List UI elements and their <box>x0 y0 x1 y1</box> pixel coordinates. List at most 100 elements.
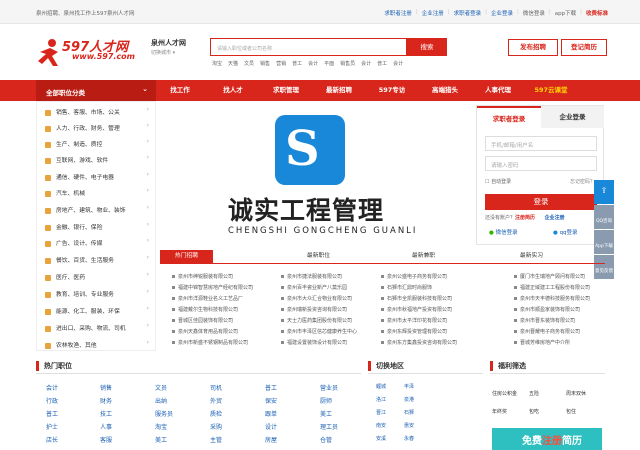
forgot-password-link[interactable]: 忘记密码？ <box>570 178 595 185</box>
company-link[interactable]: 晋城芳维房地产中介所 <box>514 339 570 346</box>
hot-job-link[interactable]: 设计 <box>265 422 277 431</box>
hot-word[interactable]: 普工 <box>292 60 302 67</box>
hot-job-link[interactable]: 房屋 <box>265 435 277 444</box>
hot-word[interactable]: 会计 <box>361 60 371 67</box>
area-link[interactable]: 惠安 <box>404 422 414 429</box>
company-link[interactable]: 泉州市秋福地产投资有限公司 <box>381 306 452 313</box>
company-link[interactable]: 泉州天鑫体育用品有限公司 <box>172 328 238 335</box>
hot-job-link[interactable]: 仓管 <box>320 435 332 444</box>
wechat-login-link[interactable]: 微信登录 <box>523 9 545 17</box>
company-link[interactable]: 石狮市全凯服装科技有限公司 <box>381 295 452 302</box>
company-login-link[interactable]: 企业登录 <box>491 9 513 17</box>
area-link[interactable]: 丰泽 <box>404 383 414 390</box>
hot-job-link[interactable]: 店长 <box>46 435 58 444</box>
hot-job-link[interactable]: 行政 <box>46 396 58 405</box>
area-link[interactable]: 洛江 <box>376 396 386 403</box>
area-link[interactable]: 南安 <box>376 422 386 429</box>
hot-job-link[interactable]: 质检 <box>210 409 222 418</box>
category-item[interactable]: 汽车、机械 › <box>37 188 155 202</box>
hot-job-link[interactable]: 理工员 <box>320 422 338 431</box>
area-link[interactable]: 泉港 <box>404 396 414 403</box>
password-input[interactable]: 请输入密码 <box>485 156 597 171</box>
tab-latest-parttime[interactable]: 最新兼职 <box>397 250 450 263</box>
hot-job-link[interactable]: 文员 <box>155 383 167 392</box>
tab-jobseeker-login[interactable]: 求职者登录 <box>477 106 541 128</box>
category-item[interactable]: 农林牧渔、其他 › <box>37 340 155 354</box>
hot-job-link[interactable]: 主管 <box>210 435 222 444</box>
free-register-resume-banner[interactable]: 免费注册简历 <box>492 428 602 450</box>
company-link[interactable]: 泉州东辉投资管理有限公司 <box>381 328 447 335</box>
hot-word[interactable]: 销售 <box>260 60 270 67</box>
area-link[interactable]: 晋江 <box>376 409 386 416</box>
category-item[interactable]: 房地产、建筑、物业、装饰 › <box>37 205 155 219</box>
hot-job-link[interactable]: 跟单 <box>265 409 277 418</box>
nav-item-latest-jobs[interactable]: 最新招聘 <box>319 80 359 101</box>
nav-item-interview[interactable]: 597专访 <box>372 80 412 101</box>
hot-job-link[interactable]: 护士 <box>46 422 58 431</box>
wechat-login-button[interactable]: ● 微信登录 <box>489 228 518 236</box>
company-link[interactable]: 泉州市绅锐服装有限公司 <box>172 273 233 280</box>
search-button[interactable]: 搜索 <box>407 38 447 56</box>
hot-word[interactable]: 营销 <box>276 60 286 67</box>
username-input[interactable]: 手机/邮箱/用户名 <box>485 136 597 151</box>
hot-job-link[interactable]: 会计 <box>46 383 58 392</box>
company-link[interactable]: 福建正域建工工程股份有限公司 <box>514 284 590 291</box>
company-link[interactable]: 泉州百丰瓷业新产八莫乐园 <box>281 284 347 291</box>
hot-job-link[interactable]: 美工 <box>155 435 167 444</box>
nav-item-find-talent[interactable]: 找人才 <box>213 80 253 101</box>
quick-share-button[interactable]: ⇪快速 <box>594 180 614 204</box>
hot-job-link[interactable]: 普工 <box>265 383 277 392</box>
login-button[interactable]: 登录 <box>485 194 597 210</box>
company-link[interactable]: 晋城区佳园装饰有限公司 <box>172 317 233 324</box>
category-item[interactable]: 销售、客服、市场、公关 › <box>37 107 155 121</box>
tab-latest-internship[interactable]: 最新实习 <box>505 250 558 263</box>
category-item[interactable]: 广告、设计、传媒 › <box>37 238 155 252</box>
company-link[interactable]: 泉州市捷法服装有限公司 <box>281 273 342 280</box>
company-link[interactable]: 石狮市汇鼎时尚服饰 <box>381 284 432 291</box>
tab-company-login[interactable]: 企业登录 <box>541 106 604 128</box>
company-link[interactable]: 福建中锦智慧房地产经纪有限公司 <box>172 284 253 291</box>
company-link[interactable]: 厦门市生瑞地产顾问有限公司 <box>514 273 585 280</box>
site-logo[interactable]: 597人才网 www.597.com <box>36 36 146 68</box>
category-item[interactable]: 通信、硬件、电子电器 › <box>37 172 155 186</box>
category-item[interactable]: 互联网、游戏、软件 › <box>37 155 155 169</box>
hot-job-link[interactable]: 服务员 <box>155 409 173 418</box>
company-link[interactable]: 泉州市新盛不锈钢制品有限公司 <box>172 339 248 346</box>
post-job-button[interactable]: 发布招聘 <box>508 39 558 56</box>
jobseeker-register-link[interactable]: 求职者注册 <box>384 9 412 17</box>
company-link[interactable]: 福建戴尔生物科技有限公司 <box>172 306 238 313</box>
hot-job-link[interactable]: 采购 <box>210 422 222 431</box>
hot-job-link[interactable]: 美工 <box>320 409 332 418</box>
company-banner-logo[interactable]: S <box>275 115 345 185</box>
hot-job-link[interactable]: 人事 <box>100 422 112 431</box>
company-link[interactable]: 天士力医药集团股份有限公司 <box>281 317 352 324</box>
banner-title[interactable]: 诚实工程管理 <box>228 191 384 227</box>
welfare-filter[interactable]: 五险 <box>529 390 539 397</box>
hot-job-link[interactable]: 财务 <box>100 396 112 405</box>
category-item[interactable]: 生产、制造、质控 › <box>37 139 155 153</box>
area-link[interactable]: 石狮 <box>404 409 414 416</box>
auto-login-checkbox[interactable]: ☐ 自动登录 <box>485 178 511 185</box>
category-item[interactable]: 餐饮、百货、生活服务 › <box>37 255 155 269</box>
hot-job-link[interactable]: 客服 <box>100 435 112 444</box>
hot-word[interactable]: 淘宝 <box>212 60 222 67</box>
category-item[interactable]: 教育、培训、专业服务 › <box>37 289 155 303</box>
company-link[interactable]: 泉州东方集鑫投资咨询有限公司 <box>381 339 457 346</box>
nav-item-hr-agency[interactable]: 人事代理 <box>478 80 518 101</box>
company-link[interactable]: 福建设置装饰设计有限公司 <box>281 339 347 346</box>
company-link[interactable]: 泉州市丰泽区信芯健康养生中心 <box>281 328 357 335</box>
all-categories-toggle[interactable]: 全部职位分类 ⌄ <box>36 80 156 101</box>
qq-consult-button[interactable]: QQ咨询 <box>594 205 614 229</box>
nav-item-cloud-class[interactable]: 597云课堂 <box>531 80 571 101</box>
switch-city-link[interactable]: 切换城市 ▾ <box>151 49 175 56</box>
nav-item-job-management[interactable]: 求职管理 <box>266 80 306 101</box>
tab-hot-jobs[interactable]: 热门招聘 <box>160 250 213 263</box>
jobseeker-login-link[interactable]: 求职者登录 <box>454 9 482 17</box>
nav-item-headhunter[interactable]: 高端猎头 <box>425 80 465 101</box>
company-link[interactable]: 泉州市大众汇合物业有限公司 <box>281 295 352 302</box>
hot-word[interactable]: 销售员 <box>340 60 355 67</box>
company-register-link[interactable]: 企业注册 <box>545 215 565 221</box>
area-link[interactable]: 安溪 <box>376 435 386 442</box>
hot-word[interactable]: 平面 <box>324 60 334 67</box>
hot-job-link[interactable]: 销售 <box>100 383 112 392</box>
